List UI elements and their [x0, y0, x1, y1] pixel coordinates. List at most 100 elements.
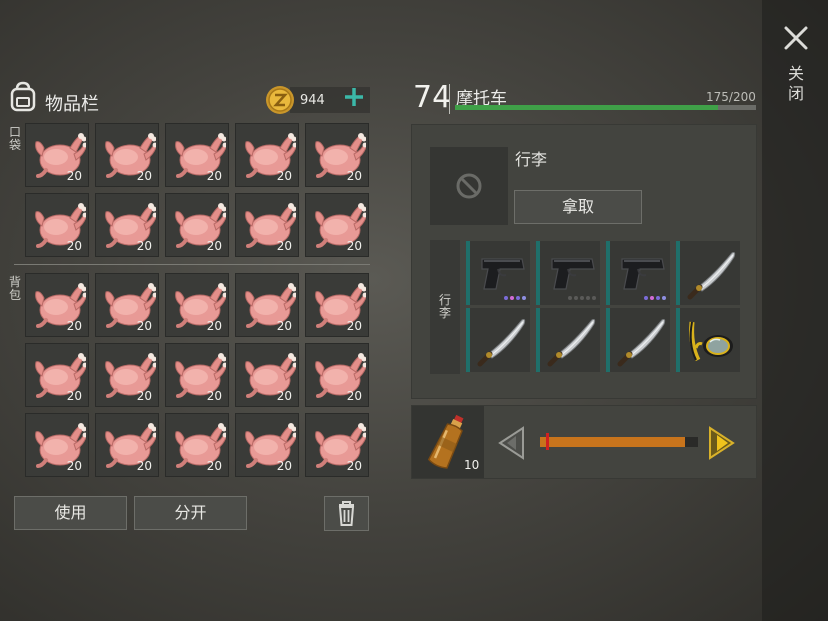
backpack-slot[interactable]: 20	[95, 343, 159, 407]
item-count: 20	[276, 319, 292, 333]
item-count: 20	[276, 459, 292, 473]
backpack-label: 背包	[8, 275, 21, 302]
luggage-slot[interactable]	[676, 308, 740, 372]
take-button[interactable]: 拿取	[514, 190, 642, 224]
no-item-icon	[456, 173, 482, 199]
item-count: 20	[206, 389, 222, 403]
machete-icon	[477, 319, 526, 367]
machete-icon	[617, 319, 666, 367]
backpack-slot[interactable]: 20	[235, 343, 299, 407]
section-divider	[14, 264, 370, 265]
pocket-slot[interactable]: 20	[165, 123, 229, 187]
luggage-side-tab: 行李	[430, 240, 460, 374]
backpack-slot[interactable]: 20	[25, 413, 89, 477]
luggage-side-label: 行李	[438, 293, 451, 320]
item-count: 20	[276, 389, 292, 403]
diving-goggles-icon	[689, 321, 733, 362]
quality-dots	[568, 296, 598, 300]
luggage-slot[interactable]	[466, 241, 530, 305]
item-count: 20	[206, 239, 222, 253]
decrease-fuel-button[interactable]	[495, 425, 529, 461]
item-count: 20	[66, 169, 82, 183]
pistol-icon	[621, 258, 665, 290]
item-count: 20	[276, 239, 292, 253]
pocket-slot[interactable]: 20	[235, 123, 299, 187]
item-count: 20	[136, 389, 152, 403]
backpack-slot[interactable]: 20	[95, 273, 159, 337]
machete-icon	[687, 252, 736, 300]
pocket-slot[interactable]: 20	[305, 123, 369, 187]
arrow-right-icon	[709, 426, 735, 460]
add-coins-button[interactable]	[343, 86, 365, 108]
luggage-slot[interactable]	[606, 241, 670, 305]
luggage-slot[interactable]	[536, 308, 600, 372]
machete-icon	[547, 319, 596, 367]
item-count: 20	[66, 319, 82, 333]
item-count: 20	[136, 169, 152, 183]
item-count: 20	[136, 239, 152, 253]
backpack-slot[interactable]: 20	[95, 413, 159, 477]
backpack-slot[interactable]: 20	[165, 413, 229, 477]
backpack-slot[interactable]: 20	[25, 343, 89, 407]
split-button[interactable]: 分开	[134, 496, 247, 530]
backpack-slot[interactable]: 20	[305, 413, 369, 477]
luggage-slot[interactable]	[676, 241, 740, 305]
arrow-left-icon	[498, 426, 524, 460]
quality-dots	[644, 296, 668, 300]
pocket-slot[interactable]: 20	[95, 193, 159, 257]
luggage-slot[interactable]	[606, 308, 670, 372]
pistol-icon	[481, 258, 525, 290]
item-count: 20	[346, 169, 362, 183]
backpack-icon	[8, 80, 38, 112]
backpack-slot[interactable]: 20	[165, 273, 229, 337]
close-label[interactable]: 关闭	[786, 64, 806, 104]
item-count: 20	[346, 459, 362, 473]
quality-dots	[504, 296, 528, 300]
fuel-slider-handle[interactable]	[546, 433, 549, 450]
vehicle-durability-fill	[455, 105, 719, 110]
item-count: 20	[66, 389, 82, 403]
item-count: 20	[206, 459, 222, 473]
fuel-slider-fill	[540, 437, 686, 447]
backpack-slot[interactable]: 20	[305, 273, 369, 337]
item-count: 20	[66, 239, 82, 253]
backpack-slot[interactable]: 20	[305, 343, 369, 407]
item-count: 20	[206, 169, 222, 183]
backpack-slot[interactable]: 20	[235, 273, 299, 337]
item-count: 20	[136, 459, 152, 473]
item-count: 20	[346, 239, 362, 253]
pocket-label: 口袋	[8, 125, 21, 152]
fuel-count: 10	[464, 458, 480, 472]
vehicle-separator	[449, 84, 450, 114]
item-count: 20	[276, 169, 292, 183]
backpack-slot[interactable]: 20	[25, 273, 89, 337]
vehicle-level: 74	[413, 80, 452, 115]
pocket-slot[interactable]: 20	[95, 123, 159, 187]
luggage-slot[interactable]	[466, 308, 530, 372]
discard-button[interactable]	[324, 496, 369, 531]
backpack-slot[interactable]: 20	[235, 413, 299, 477]
close-icon	[784, 26, 808, 50]
pocket-slot[interactable]: 20	[305, 193, 369, 257]
item-count: 20	[206, 319, 222, 333]
empty-equip-slot[interactable]	[430, 147, 508, 225]
close-button[interactable]	[780, 22, 812, 54]
luggage-slot[interactable]	[536, 241, 600, 305]
pocket-slot[interactable]: 20	[25, 193, 89, 257]
gold-coin-icon	[265, 85, 295, 115]
inventory-title: 物品栏	[45, 94, 99, 115]
trash-icon	[338, 501, 355, 526]
plus-icon	[345, 88, 363, 106]
use-button[interactable]: 使用	[14, 496, 127, 530]
pistol-icon	[551, 258, 595, 290]
backpack-slot[interactable]: 20	[165, 343, 229, 407]
item-count: 20	[346, 319, 362, 333]
item-count: 20	[136, 319, 152, 333]
vehicle-capacity: 175/200	[706, 90, 756, 104]
pocket-slot[interactable]: 20	[25, 123, 89, 187]
item-count: 20	[346, 389, 362, 403]
item-count: 20	[66, 459, 82, 473]
increase-fuel-button[interactable]	[704, 425, 738, 461]
pocket-slot[interactable]: 20	[235, 193, 299, 257]
pocket-slot[interactable]: 20	[165, 193, 229, 257]
